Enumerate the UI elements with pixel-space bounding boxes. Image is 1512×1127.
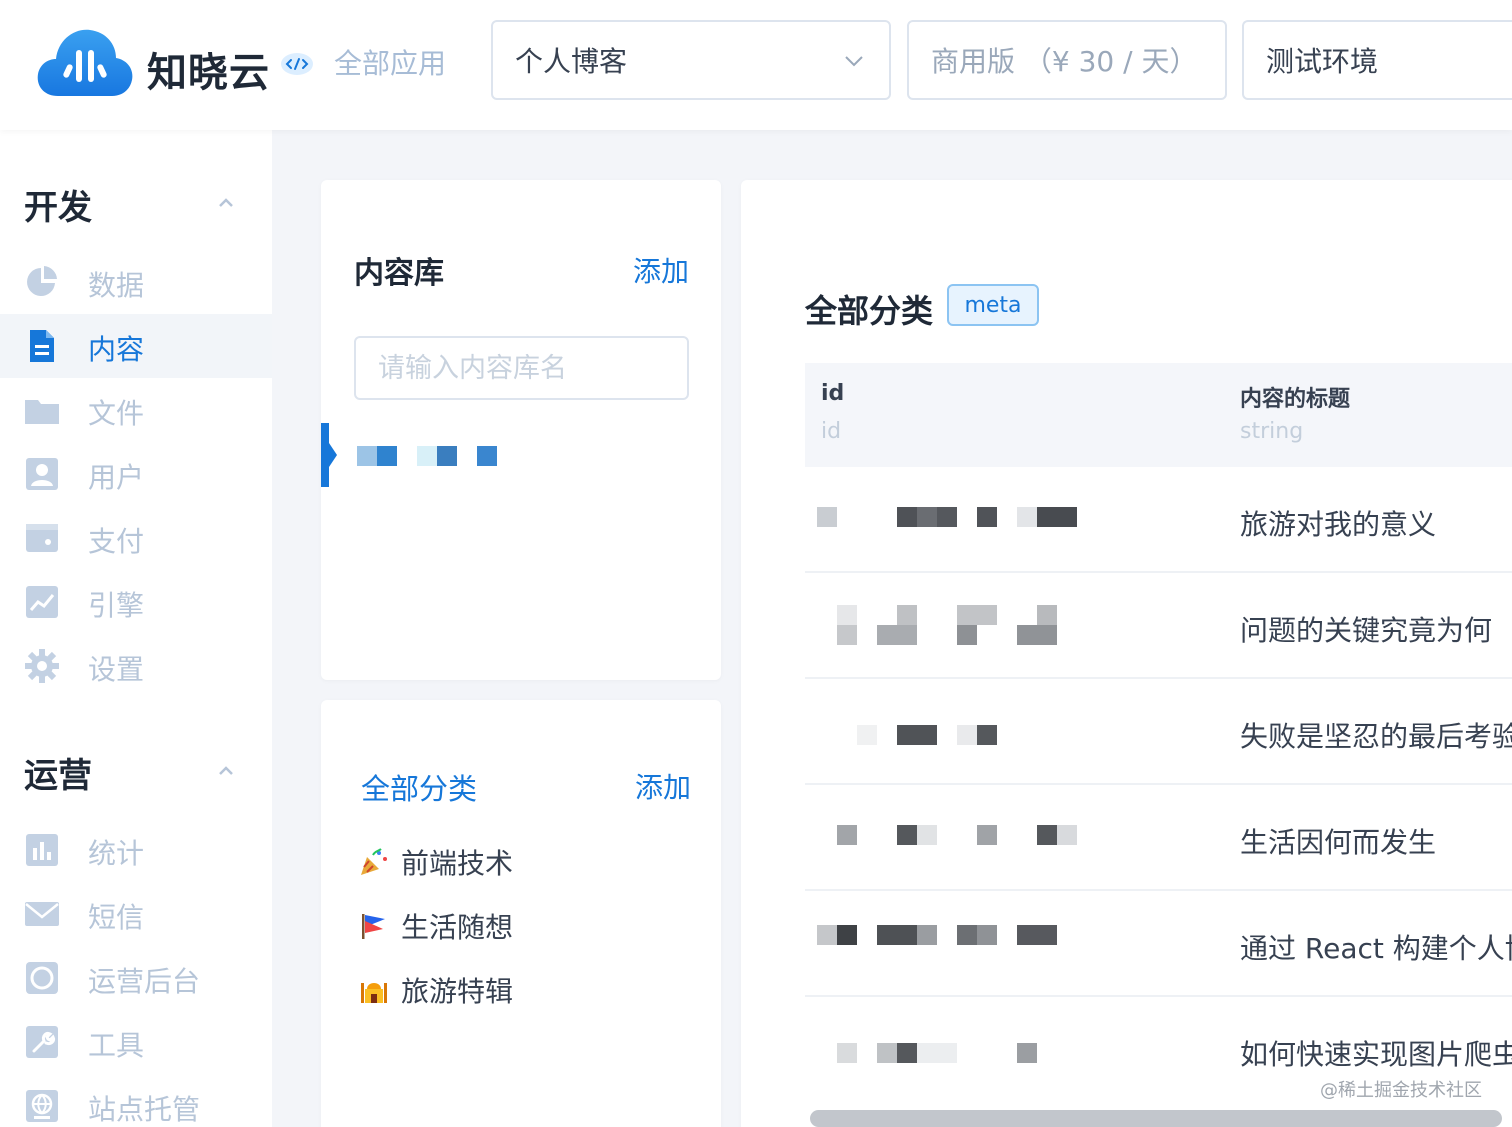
table-row[interactable]: 通过 React 构建个人博客	[805, 891, 1512, 997]
sidebar-item-label: 用户	[88, 461, 145, 494]
group-title-dev: 开发	[24, 188, 92, 228]
table-title: 全部分类	[805, 292, 934, 330]
row-id-redacted	[817, 507, 1077, 527]
row-id-redacted	[817, 925, 1077, 945]
brand-name: 知晓云	[147, 50, 270, 96]
sidebar-item-tools[interactable]: 工具	[0, 1010, 272, 1074]
user-icon	[26, 458, 58, 490]
row-id-redacted	[817, 825, 1077, 845]
category-item-frontend[interactable]: 前端技术	[359, 842, 513, 882]
category-item-label: 前端技术	[401, 847, 514, 880]
sidebar-item-label: 站点托管	[88, 1093, 201, 1126]
table-row[interactable]: 旅游对我的意义	[805, 467, 1512, 573]
sidebar-item-users[interactable]: 用户	[0, 442, 272, 506]
top-header: 知晓云 全部应用 个人博客 商用版 （¥ 30 / 天） 测试环境	[0, 0, 1512, 130]
column-id-name: id	[821, 381, 845, 406]
watermark: @稀土掘金技术社区	[1320, 1080, 1482, 1101]
meta-badge[interactable]: meta	[947, 284, 1039, 326]
sidebar-item-label: 短信	[88, 901, 145, 934]
sidebar-item-stats[interactable]: 统计	[0, 818, 272, 882]
content-library-card: 内容库 添加	[321, 180, 721, 680]
sidebar: 开发 数据 内容 文件 用户 支付 引擎 设置 运营 统计 短信 运营后台 工具…	[0, 130, 272, 1127]
row-title: 通过 React 构建个人博客	[1240, 932, 1512, 965]
column-title-name: 内容的标题	[1240, 387, 1351, 412]
row-title: 问题的关键究竟为何	[1240, 614, 1493, 647]
sidebar-item-files[interactable]: 文件	[0, 378, 272, 442]
chevron-down-icon	[845, 56, 863, 67]
sidebar-item-label: 文件	[88, 397, 145, 430]
chevron-up-icon[interactable]	[216, 764, 236, 778]
plan-text: 商用版 （¥ 30 / 天）	[931, 45, 1198, 78]
category-item-label: 生活随想	[401, 911, 514, 944]
category-card: 全部分类 添加 前端技术 生活随想 旅游特辑	[321, 700, 721, 1127]
category-item-life[interactable]: 生活随想	[359, 906, 513, 946]
library-item-redacted[interactable]	[357, 446, 507, 466]
app-select-value: 个人博客	[515, 45, 628, 78]
document-icon	[30, 330, 54, 362]
gear-icon	[25, 649, 59, 683]
library-title: 内容库	[354, 256, 444, 291]
column-title-type: string	[1240, 419, 1304, 444]
sidebar-item-label: 数据	[88, 269, 145, 302]
sidebar-item-label: 支付	[88, 525, 145, 558]
chevron-up-icon[interactable]	[216, 196, 236, 210]
flag-icon	[362, 914, 385, 939]
sidebar-item-label: 内容	[88, 333, 145, 366]
category-add-button[interactable]: 添加	[635, 766, 691, 806]
env-text: 测试环境	[1266, 45, 1379, 78]
table-header: id id 内容的标题 string	[805, 363, 1512, 467]
group-title-ops: 运营	[24, 756, 92, 796]
row-id-redacted	[817, 605, 1077, 645]
category-all[interactable]: 全部分类	[361, 766, 477, 808]
folder-icon	[25, 400, 59, 424]
all-apps-link[interactable]: 全部应用	[334, 42, 446, 82]
party-popper-icon	[361, 848, 387, 875]
content-table-card: 全部分类 meta id id 内容的标题 string 旅游对我的意义 问题的…	[741, 180, 1512, 1127]
mosque-icon	[361, 983, 387, 1003]
sidebar-item-data[interactable]: 数据	[0, 250, 272, 314]
row-title: 生活因何而发生	[1240, 826, 1437, 859]
sidebar-item-engine[interactable]: 引擎	[0, 570, 272, 634]
env-select[interactable]: 测试环境	[1242, 20, 1512, 100]
sidebar-item-label: 引擎	[88, 589, 145, 622]
row-title: 失败是坚忍的最后考验	[1240, 720, 1512, 753]
table-row[interactable]: 生活因何而发生	[805, 785, 1512, 891]
app-select[interactable]: 个人博客	[491, 20, 891, 100]
sidebar-item-hosting[interactable]: 站点托管	[0, 1074, 272, 1127]
row-title: 旅游对我的意义	[1240, 508, 1437, 541]
wallet-icon	[26, 524, 58, 552]
logo-cloud-icon	[37, 29, 133, 96]
column-id-type: id	[821, 419, 842, 444]
library-search-input[interactable]	[354, 336, 689, 400]
sidebar-item-label: 设置	[88, 653, 145, 686]
code-badge-icon	[281, 53, 313, 75]
horizontal-scrollbar[interactable]	[810, 1110, 1502, 1127]
row-id-redacted	[817, 1043, 1077, 1063]
console-icon	[26, 962, 58, 994]
category-item-label: 旅游特辑	[401, 975, 514, 1008]
line-chart-icon	[26, 586, 58, 618]
library-active-indicator	[321, 423, 337, 487]
globe-icon	[26, 1090, 58, 1122]
mail-icon	[25, 902, 59, 926]
sidebar-item-label: 工具	[88, 1029, 145, 1062]
sidebar-item-label: 统计	[88, 837, 145, 870]
category-item-travel[interactable]: 旅游特辑	[359, 970, 513, 1010]
sidebar-item-settings[interactable]: 设置	[0, 634, 272, 698]
wrench-icon	[26, 1026, 58, 1058]
sidebar-item-payment[interactable]: 支付	[0, 506, 272, 570]
row-id-redacted	[817, 725, 1077, 745]
row-title: 如何快速实现图片爬虫	[1240, 1038, 1512, 1071]
library-add-button[interactable]: 添加	[633, 250, 689, 290]
pie-chart-icon	[27, 266, 57, 296]
sidebar-item-label: 运营后台	[88, 965, 201, 998]
sidebar-item-ops-console[interactable]: 运营后台	[0, 946, 272, 1010]
plan-display[interactable]: 商用版 （¥ 30 / 天）	[907, 20, 1227, 100]
table-row[interactable]: 失败是坚忍的最后考验	[805, 679, 1512, 785]
sidebar-item-sms[interactable]: 短信	[0, 882, 272, 946]
bar-chart-icon	[26, 834, 58, 866]
table-row[interactable]: 问题的关键究竟为何	[805, 573, 1512, 679]
sidebar-item-content[interactable]: 内容	[0, 314, 272, 378]
